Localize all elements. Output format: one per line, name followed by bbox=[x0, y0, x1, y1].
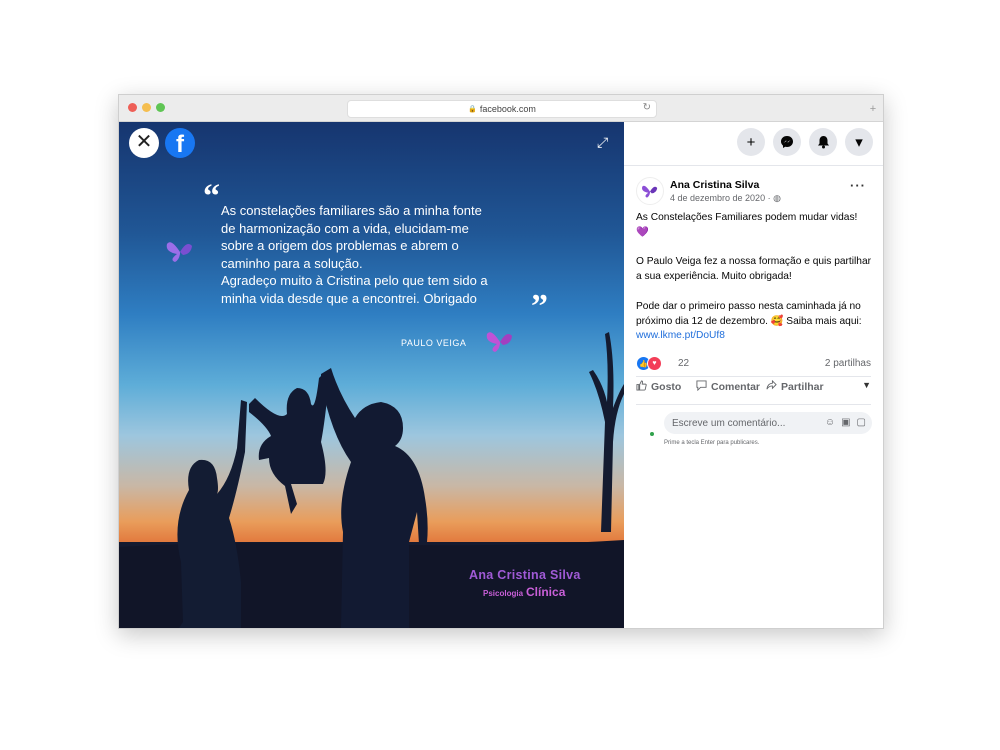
avatar[interactable] bbox=[636, 177, 664, 205]
testimonial-quote: As constelações familiares são a minha f… bbox=[221, 202, 561, 307]
caret-down-icon[interactable]: ▾ bbox=[845, 128, 873, 156]
expand-icon[interactable]: ⤢ bbox=[597, 134, 608, 151]
header-icons: + ▾ bbox=[737, 128, 873, 156]
title-bar: 🔒 facebook.com ↻ + bbox=[119, 95, 883, 122]
thumbs-up-icon bbox=[636, 380, 647, 394]
lock-icon: 🔒 bbox=[468, 106, 477, 113]
messenger-icon[interactable] bbox=[773, 128, 801, 156]
comment-hint: Prime a tecla Enter para publicares. bbox=[664, 440, 760, 446]
facebook-logo[interactable]: f bbox=[165, 128, 195, 158]
quote-line: As constelações familiares são a minha f… bbox=[221, 203, 482, 218]
post-date-text: 4 de dezembro de 2020 · bbox=[670, 193, 771, 203]
address-bar[interactable]: 🔒 facebook.com ↻ bbox=[347, 100, 657, 118]
reload-icon[interactable]: ↻ bbox=[643, 102, 651, 113]
quote-line: minha vida desde que a encontrei. Obriga… bbox=[221, 290, 477, 306]
quote-line: Agradeço muito à Cristina pelo que tem s… bbox=[221, 273, 488, 288]
comment-placeholder: Escreve um comentário... bbox=[672, 417, 786, 429]
quote-line: caminho para a solução. bbox=[221, 255, 363, 271]
divider bbox=[636, 376, 871, 377]
post-actions: Gosto Comentar Partilhar ▼ bbox=[636, 379, 871, 394]
butterfly-icon bbox=[486, 332, 512, 352]
share-label: Partilhar bbox=[781, 381, 824, 393]
caret-down-icon[interactable]: ▼ bbox=[862, 380, 871, 394]
post-sidebar: + ▾ Ana Cristina Silva 4 de dezembro de … bbox=[624, 122, 883, 628]
shares-count[interactable]: 2 partilhas bbox=[825, 358, 871, 369]
close-window-button[interactable] bbox=[128, 103, 137, 112]
post-author-name[interactable]: Ana Cristina Silva bbox=[670, 179, 759, 191]
love-reaction-icon: ♥ bbox=[647, 356, 662, 371]
gif-icon[interactable]: ▣ bbox=[841, 417, 850, 428]
emoji-icon[interactable]: ☺ bbox=[825, 417, 835, 428]
new-tab-button[interactable]: + bbox=[866, 102, 880, 116]
post-paragraph: As Constelações Familiares podem mudar v… bbox=[636, 212, 858, 238]
quote-author: PAULO VEIGA bbox=[401, 338, 467, 348]
quote-line: sobre a origem dos problemas e abrem o bbox=[221, 238, 459, 253]
family-silhouette bbox=[119, 332, 624, 628]
url-text: facebook.com bbox=[479, 104, 536, 114]
signature-subtitle: Psicologia Clínica bbox=[483, 585, 565, 599]
browser-window: 🔒 facebook.com ↻ + ✕ f ⤢ “ As constelaçõ… bbox=[118, 94, 884, 629]
comment-tools: ☺ ▣ ▢ bbox=[825, 417, 866, 428]
more-options-button[interactable]: ··· bbox=[850, 178, 866, 193]
post-paragraph-text: Pode dar o primeiro passo nesta caminhad… bbox=[636, 300, 862, 327]
sticker-icon[interactable]: ▢ bbox=[857, 417, 866, 428]
post-link[interactable]: www.lkme.pt/DoUf8 bbox=[636, 330, 725, 341]
share-button[interactable]: Partilhar bbox=[766, 379, 856, 394]
comment-button[interactable]: Comentar bbox=[696, 380, 766, 394]
post-paragraph: O Paulo Veiga fez a nossa formação e qui… bbox=[636, 256, 872, 283]
reaction-summary[interactable]: 👍 ♥ 22 bbox=[636, 356, 689, 371]
quote-line: de harmonização com a vida, elucidam-me bbox=[221, 220, 469, 236]
like-label: Gosto bbox=[651, 381, 682, 393]
post-photo: ✕ f ⤢ “ As constelações familiares são a… bbox=[119, 122, 624, 628]
like-button[interactable]: Gosto bbox=[636, 380, 696, 394]
online-status-dot bbox=[650, 432, 654, 436]
post-date[interactable]: 4 de dezembro de 2020 · ◍ bbox=[670, 193, 781, 204]
bell-icon[interactable] bbox=[809, 128, 837, 156]
comment-label: Comentar bbox=[711, 381, 761, 393]
comment-icon bbox=[696, 380, 707, 394]
signature-sub-label: Psicologia bbox=[483, 589, 524, 598]
quote-close-mark: ” bbox=[531, 288, 548, 325]
divider bbox=[624, 165, 883, 166]
signature-name: Ana Cristina Silva bbox=[469, 568, 581, 582]
signature-sub-bold: Clínica bbox=[526, 585, 566, 599]
post-paragraph-3: Pode dar o primeiro passo nesta caminhad… bbox=[636, 300, 872, 344]
post-text: As Constelações Familiares podem mudar v… bbox=[636, 211, 872, 359]
comment-input[interactable]: Escreve um comentário... ☺ ▣ ▢ bbox=[664, 412, 872, 434]
share-icon bbox=[766, 379, 777, 394]
quote-open-mark: “ bbox=[203, 178, 220, 215]
divider bbox=[636, 404, 871, 405]
maximize-window-button[interactable] bbox=[156, 103, 165, 112]
globe-icon: ◍ bbox=[773, 193, 781, 203]
plus-icon[interactable]: + bbox=[737, 128, 765, 156]
minimize-window-button[interactable] bbox=[142, 103, 151, 112]
close-viewer-button[interactable]: ✕ bbox=[129, 128, 159, 158]
reaction-count: 22 bbox=[678, 358, 690, 369]
butterfly-icon bbox=[166, 242, 192, 262]
